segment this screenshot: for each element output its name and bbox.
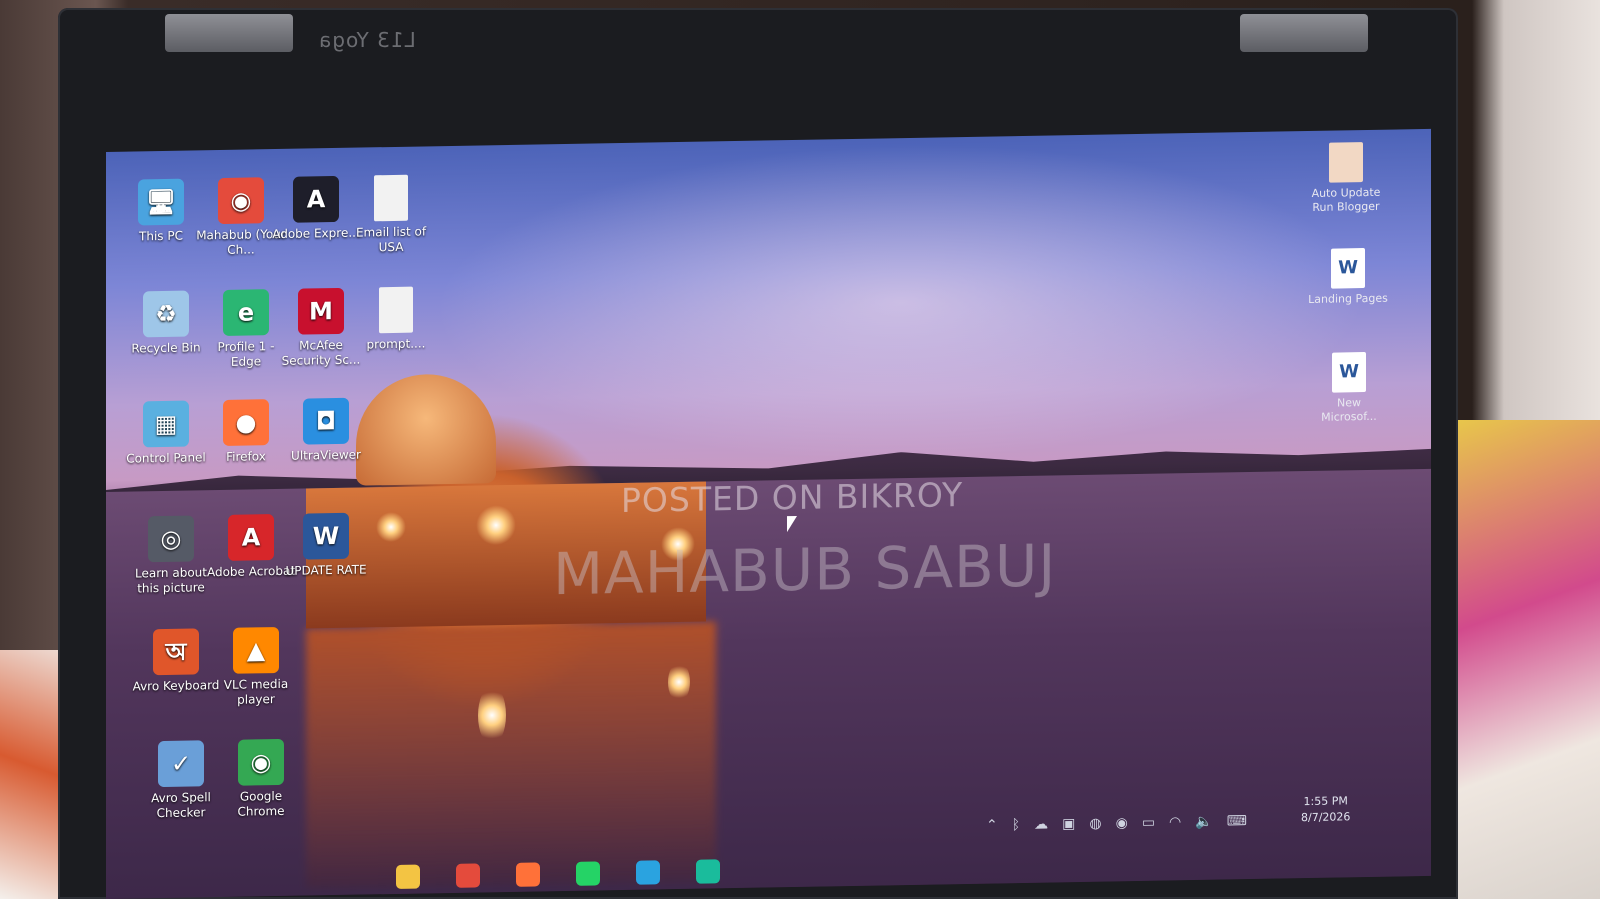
desktop-icon[interactable]: অ Avro Keyboard — [131, 628, 221, 695]
system-tray: ⌃ ᛒ ☁ ▣ ◍ ◉ ▭ ◠ 🔈 ⌨ — [986, 804, 1247, 843]
taskbar-clock[interactable]: 1:55 PM 8/7/2026 — [1301, 793, 1350, 826]
wallpaper-reflection — [306, 621, 716, 889]
desktop-icon-label: Avro Spell Checker — [151, 790, 211, 821]
desktop-icon[interactable]: ✓ Avro Spell Checker — [136, 740, 226, 822]
clock-time: 1:55 PM — [1303, 794, 1348, 809]
watermark-line1: POSTED ON BIKROY — [621, 475, 964, 521]
desktop-icon-label: This PC — [139, 228, 183, 244]
desktop-icon[interactable]: W New Microsof... — [1309, 352, 1389, 425]
desktop-icon-label: UltraViewer — [291, 447, 361, 463]
chrome-icon[interactable] — [456, 863, 480, 888]
vlc-icon: ▲ — [233, 626, 279, 674]
adobe-express-icon: A — [293, 175, 339, 223]
battery-icon[interactable]: ▭ — [1142, 815, 1155, 831]
desktop-icon[interactable]: W UPDATE RATE — [281, 512, 371, 579]
desktop-icon-label: Email list of USA — [355, 224, 427, 255]
camera-icon: ◎ — [148, 515, 194, 563]
desktop-icon-label: Recycle Bin — [131, 340, 201, 356]
avro-spell-icon: ✓ — [158, 740, 204, 788]
desktop-icon[interactable]: ♻ Recycle Bin — [121, 290, 211, 357]
this-pc-icon: 🖥 — [138, 178, 184, 226]
chrome-tray-icon[interactable]: ◉ — [1116, 815, 1128, 831]
volume-icon[interactable]: 🔈 — [1195, 814, 1212, 830]
telegram-icon[interactable] — [636, 860, 660, 885]
hinge-right — [1240, 14, 1368, 52]
desktop-icon[interactable]: prompt.... — [351, 286, 441, 353]
desktop-icon-label: VLC media player — [223, 676, 289, 707]
desktop-icon[interactable]: Email list of USA — [346, 174, 436, 256]
desktop-icon-label: Firefox — [226, 449, 266, 464]
lamp-glow — [668, 661, 690, 703]
wifi-icon[interactable]: ◠ — [1169, 814, 1181, 830]
desktop-icon[interactable]: 🖥 This PC — [116, 178, 206, 245]
clock-date: 8/7/2026 — [1301, 810, 1351, 825]
desktop-icon[interactable]: W Landing Pages — [1308, 248, 1388, 307]
chrome-icon: ◉ — [238, 738, 284, 786]
desktop-icon[interactable]: ▦ Control Panel — [121, 400, 211, 467]
firefox-icon: ● — [223, 399, 269, 446]
chrome-profile-icon: ◉ — [218, 177, 264, 225]
control-panel-icon: ▦ — [143, 400, 189, 448]
desktop-icon[interactable]: ◘ UltraViewer — [281, 397, 371, 464]
desktop-icon-label: prompt.... — [366, 336, 426, 352]
file-icon — [374, 174, 408, 222]
word-doc-icon: W — [303, 512, 349, 560]
lamp-glow — [478, 685, 506, 746]
hinge-left — [165, 14, 293, 52]
desktop-icon[interactable]: ◎ Learn about this picture — [126, 515, 216, 597]
keyboard-icon[interactable]: ⌨ — [1227, 813, 1247, 829]
watermark-line2: MAHABUB SABUJ — [553, 531, 1057, 609]
desktop-screen: 🖥 This PC ◉ Mahabub (Your Ch... A Adobe Expre… — [106, 128, 1431, 899]
whatsapp-icon[interactable] — [576, 861, 600, 886]
word-doc-icon: W — [1332, 352, 1366, 393]
desktop-icon[interactable]: ▲ VLC media player — [211, 626, 301, 709]
bluetooth-icon[interactable]: ᛒ — [1012, 817, 1020, 833]
mouse-cursor-icon — [787, 515, 797, 533]
desktop-icon-label: Auto Update Run Blogger — [1311, 185, 1381, 214]
table-cloth-right — [1450, 420, 1600, 899]
desktop-icon-label: Learn about this picture — [135, 565, 207, 596]
firefox-icon[interactable] — [516, 862, 540, 887]
device-icon[interactable]: ▣ — [1062, 816, 1075, 832]
cloud-icon[interactable]: ☁ — [1034, 817, 1048, 833]
desktop-icon-label: Google Chrome — [237, 788, 285, 819]
desktop-icon[interactable]: Auto Update Run Blogger — [1306, 142, 1386, 215]
laptop-model-text: L13 Yoga — [318, 28, 416, 52]
desktop-icon[interactable]: ◉ Google Chrome — [216, 738, 306, 821]
file-icon — [379, 286, 413, 334]
chevron-up-icon[interactable]: ⌃ — [986, 817, 998, 833]
desktop-icon-label: Landing Pages — [1308, 291, 1388, 307]
meet-icon[interactable]: ◍ — [1089, 816, 1101, 832]
word-doc-icon: W — [1331, 248, 1365, 289]
ultraviewer-icon: ◘ — [303, 397, 349, 445]
screen-recorder-icon[interactable] — [696, 859, 720, 884]
desktop-icon-label: New Microsof... — [1321, 396, 1377, 424]
desktop-icon-label: UPDATE RATE — [285, 562, 367, 578]
file-icon — [1329, 142, 1363, 183]
edge-icon: e — [223, 289, 269, 336]
file-explorer-icon[interactable] — [396, 864, 420, 889]
recycle-bin-icon: ♻ — [143, 290, 189, 338]
desktop-icon-label: Control Panel — [126, 450, 206, 466]
acrobat-icon: A — [228, 514, 274, 561]
mcafee-icon: M — [298, 287, 344, 335]
avro-keyboard-icon: অ — [153, 628, 199, 676]
desktop-icon[interactable]: ● Firefox — [201, 399, 291, 466]
desktop-icon-label: Avro Keyboard — [132, 678, 220, 694]
